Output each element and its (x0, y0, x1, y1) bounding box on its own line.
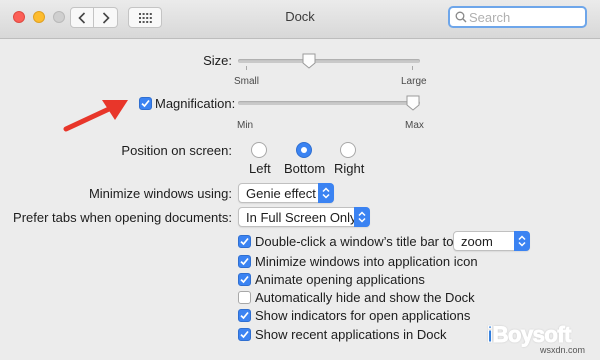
prefer-tabs-popup[interactable]: In Full Screen Only (238, 207, 370, 227)
back-button[interactable] (70, 7, 94, 28)
double-click-checkbox[interactable] (238, 235, 251, 248)
checkmark-icon (240, 237, 249, 246)
magnification-max-label: Max (405, 120, 424, 131)
search-field[interactable] (448, 6, 587, 28)
double-click-action-value: zoom (461, 234, 493, 249)
size-label: Size: (203, 53, 232, 68)
red-arrow-icon (63, 100, 128, 132)
magnification-slider-thumb[interactable] (406, 95, 420, 111)
window-title: Dock (285, 9, 315, 24)
size-tick (412, 66, 413, 70)
position-bottom-label: Bottom (284, 161, 326, 176)
size-slider-thumb[interactable] (302, 53, 316, 69)
minimize-into-icon-checkbox[interactable] (238, 255, 251, 268)
forward-button[interactable] (94, 7, 118, 28)
checkmark-icon (240, 311, 249, 320)
magnification-slider-track[interactable] (238, 101, 420, 105)
magnification-label: Magnification: (155, 96, 236, 111)
animate-opening-label: Animate opening applications (255, 272, 425, 287)
dock-preferences-window: Dock Size: Small Large Magnification: Mi… (0, 0, 600, 360)
show-recent-label: Show recent applications in Dock (255, 327, 447, 342)
minimize-effect-value: Genie effect (246, 186, 316, 201)
animate-opening-checkbox[interactable] (238, 273, 251, 286)
minimize-into-icon-label: Minimize windows into application icon (255, 254, 478, 269)
minimize-window-button[interactable] (33, 11, 45, 23)
minimize-effect-popup[interactable]: Genie effect (238, 183, 334, 203)
grid-icon (138, 12, 152, 23)
checkmark-icon (240, 257, 249, 266)
position-right-label: Right (334, 161, 365, 176)
position-right-radio[interactable] (340, 142, 356, 158)
magnification-checkbox[interactable] (139, 97, 152, 110)
position-left-radio[interactable] (251, 142, 267, 158)
position-label: Position on screen: (121, 143, 232, 158)
zoom-window-button[interactable] (53, 11, 65, 23)
auto-hide-checkbox[interactable] (238, 291, 251, 304)
watermark-site: wsxdn.com (540, 345, 586, 355)
checkmark-icon (240, 275, 249, 284)
show-recent-checkbox[interactable] (238, 328, 251, 341)
checkmark-icon (240, 330, 249, 339)
chevron-right-icon (102, 11, 110, 24)
show-indicators-checkbox[interactable] (238, 309, 251, 322)
position-bottom-radio[interactable] (296, 142, 312, 158)
size-min-label: Small (234, 76, 260, 87)
chevron-left-icon (78, 11, 86, 24)
title-bar: Dock (0, 0, 600, 39)
popup-arrows-icon (514, 231, 530, 251)
search-icon (455, 11, 467, 23)
auto-hide-label: Automatically hide and show the Dock (255, 290, 475, 305)
prefer-tabs-label: Prefer tabs when opening documents: (13, 210, 232, 225)
magnification-min-label: Min (237, 120, 254, 131)
size-slider-track[interactable] (238, 59, 420, 63)
popup-arrows-icon (318, 183, 334, 203)
search-input[interactable] (469, 9, 579, 25)
popup-arrows-icon (354, 207, 370, 227)
prefer-tabs-value: In Full Screen Only (246, 210, 357, 225)
double-click-label: Double-click a window’s title bar to (255, 234, 454, 249)
show-indicators-label: Show indicators for open applications (255, 308, 471, 323)
double-click-action-popup[interactable]: zoom (453, 231, 530, 251)
minimize-effect-label: Minimize windows using: (88, 186, 232, 201)
close-window-button[interactable] (13, 11, 25, 23)
checkmark-icon (141, 99, 150, 108)
size-max-label: Large (401, 76, 427, 87)
position-left-label: Left (249, 161, 271, 176)
show-all-button[interactable] (128, 7, 162, 28)
size-tick (246, 66, 247, 70)
